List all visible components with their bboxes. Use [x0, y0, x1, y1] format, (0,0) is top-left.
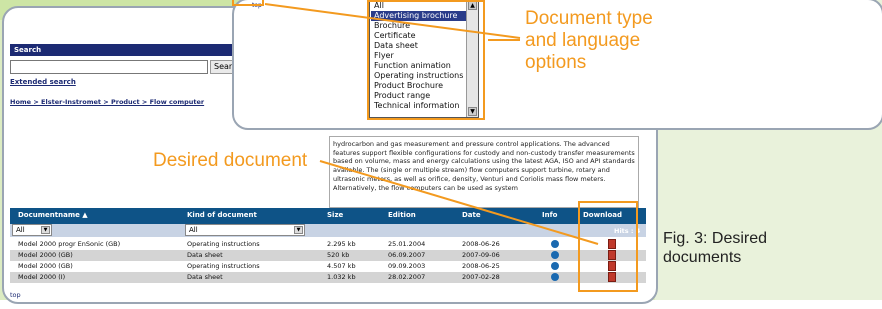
desired-document-callout: Desired document: [153, 150, 308, 171]
figure-caption: Fig. 3: Desired documents: [663, 230, 768, 266]
doc-type-callout: Document type and language options: [525, 8, 653, 73]
